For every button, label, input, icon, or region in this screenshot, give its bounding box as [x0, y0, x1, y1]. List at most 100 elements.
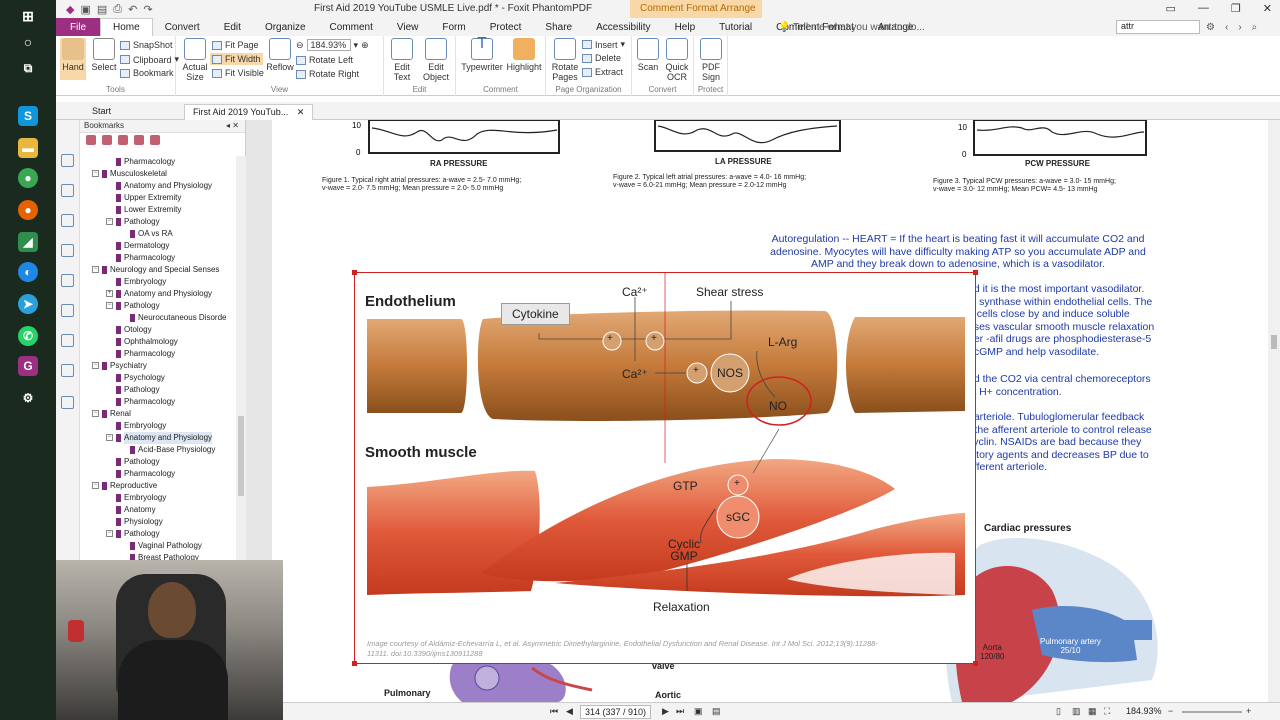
- tab-organize[interactable]: Organize: [253, 22, 318, 33]
- tab-protect[interactable]: Protect: [478, 22, 534, 33]
- next-icon[interactable]: ›: [1238, 22, 1241, 33]
- tab-document[interactable]: First Aid 2019 YouTub... ✕: [184, 104, 314, 120]
- facing-icon[interactable]: ▦: [1088, 706, 1097, 717]
- fit-visible-button[interactable]: Fit Visible: [212, 68, 264, 78]
- rotate-pages-button[interactable]: Rotate Pages: [550, 38, 580, 82]
- bookmark-item[interactable]: − Reproductive: [80, 480, 236, 492]
- bookmark-button[interactable]: Bookmark: [120, 68, 174, 78]
- telegram-icon[interactable]: ➤: [18, 294, 38, 314]
- snapshot-button[interactable]: SnapShot: [120, 40, 173, 50]
- firefox-icon[interactable]: ●: [18, 200, 38, 220]
- app-logo-icon[interactable]: ◆: [66, 3, 74, 16]
- bookmark-item[interactable]: Vaginal Pathology: [80, 540, 236, 552]
- collapse-icon[interactable]: −: [92, 362, 99, 369]
- edit-object-button[interactable]: Edit Object: [420, 38, 452, 82]
- comments-panel-icon[interactable]: [61, 244, 74, 257]
- redo-icon[interactable]: ↷: [143, 3, 152, 16]
- windows-start-icon[interactable]: ⊞: [18, 6, 38, 26]
- tab-form[interactable]: Form: [430, 22, 477, 33]
- actual-size-button[interactable]: Actual Size: [182, 38, 208, 82]
- highlight-button[interactable]: Highlight: [506, 38, 542, 72]
- save-icon[interactable]: ▣: [80, 3, 90, 16]
- bookmark-item[interactable]: Pathology: [80, 456, 236, 468]
- bookmark-tool-icon[interactable]: [150, 135, 160, 145]
- bookmark-item[interactable]: Anatomy and Physiology: [80, 180, 236, 192]
- bookmark-item[interactable]: Ophthalmology: [80, 336, 236, 348]
- bookmark-item[interactable]: − Renal: [80, 408, 236, 420]
- app-blue-icon[interactable]: ◐: [18, 262, 38, 282]
- bookmark-tool-icon[interactable]: [134, 135, 144, 145]
- file-explorer-icon[interactable]: ▬: [18, 138, 38, 158]
- extract-button[interactable]: Extract: [582, 67, 623, 77]
- tab-help[interactable]: Help: [663, 22, 708, 33]
- collapse-icon[interactable]: −: [92, 482, 99, 489]
- previous-icon[interactable]: ‹: [1225, 22, 1228, 33]
- bookmark-tool-icon[interactable]: [86, 135, 96, 145]
- collapse-icon[interactable]: −: [92, 170, 99, 177]
- foxit-taskbar-icon[interactable]: G: [18, 356, 38, 376]
- tab-share[interactable]: Share: [533, 22, 584, 33]
- bookmark-item[interactable]: − Pathology: [80, 528, 236, 540]
- zoom-out-icon[interactable]: −: [1168, 706, 1173, 716]
- security-panel-icon[interactable]: [61, 334, 74, 347]
- bookmark-item[interactable]: Pharmacology: [80, 156, 236, 168]
- bookmark-tool-icon[interactable]: [102, 135, 112, 145]
- close-tab-icon[interactable]: ✕: [297, 107, 305, 117]
- scrollbar-thumb[interactable]: [1271, 335, 1277, 349]
- settings-taskbar-icon[interactable]: ⚙: [18, 388, 38, 408]
- collapse-icon[interactable]: −: [106, 302, 113, 309]
- gear-icon[interactable]: ⚙: [1206, 22, 1215, 33]
- select-tool-button[interactable]: Select: [90, 38, 118, 72]
- quick-ocr-button[interactable]: Quick OCR: [662, 38, 692, 82]
- collapse-icon[interactable]: −: [92, 410, 99, 417]
- tab-accessibility[interactable]: Accessibility: [584, 22, 662, 33]
- tell-me-box[interactable]: 💡 Tell me what you want to do...: [778, 22, 925, 33]
- tab-comment[interactable]: Comment: [318, 22, 385, 33]
- bookmarks-scrollbar[interactable]: [236, 156, 246, 560]
- tab-edit[interactable]: Edit: [212, 22, 253, 33]
- bookmark-item[interactable]: Breast Pathology: [80, 552, 236, 560]
- green-app-icon[interactable]: ◢: [18, 232, 38, 252]
- next-page-icon[interactable]: ▶: [662, 706, 669, 717]
- zoom-in-icon[interactable]: +: [1246, 706, 1251, 716]
- reflow-button[interactable]: Reflow: [266, 38, 294, 72]
- rotate-left-button[interactable]: Rotate Left: [296, 55, 353, 65]
- bookmark-tool-icon[interactable]: [118, 135, 128, 145]
- bookmark-item[interactable]: Anatomy: [80, 504, 236, 516]
- first-page-icon[interactable]: ⏮: [550, 706, 558, 717]
- tab-start[interactable]: Start: [84, 104, 119, 120]
- vertical-scrollbar[interactable]: [1268, 120, 1280, 702]
- zoom-slider[interactable]: [1182, 711, 1242, 713]
- bookmark-item[interactable]: Pathology: [80, 384, 236, 396]
- tab-view[interactable]: View: [385, 22, 431, 33]
- page-number-input[interactable]: 314 (337 / 910): [580, 705, 652, 719]
- bookmark-item[interactable]: − Psychiatry: [80, 360, 236, 372]
- resize-handle[interactable]: [973, 270, 978, 275]
- search-icon[interactable]: ⌕: [1252, 22, 1258, 33]
- bookmark-item[interactable]: Pharmacology: [80, 468, 236, 480]
- bookmark-item[interactable]: − Neurology and Special Senses: [80, 264, 236, 276]
- scan-button[interactable]: Scan: [634, 38, 662, 72]
- bookmark-item[interactable]: Pharmacology: [80, 348, 236, 360]
- resize-handle[interactable]: [352, 270, 357, 275]
- collapse-icon[interactable]: −: [106, 218, 113, 225]
- collapse-icon[interactable]: −: [106, 530, 113, 537]
- delete-button[interactable]: Delete: [582, 53, 621, 63]
- print-icon[interactable]: ⎙: [113, 3, 122, 16]
- page-view-icon[interactable]: ▤: [712, 706, 721, 717]
- bookmark-item[interactable]: − Pathology: [80, 300, 236, 312]
- cortana-icon[interactable]: ○: [18, 32, 38, 52]
- collapse-icon[interactable]: −: [106, 434, 113, 441]
- bookmark-item[interactable]: Upper Extremity: [80, 192, 236, 204]
- collapse-icon[interactable]: −: [92, 266, 99, 273]
- fit-icon[interactable]: ⛶: [1104, 706, 1110, 717]
- edit-text-button[interactable]: Edit Text: [388, 38, 416, 82]
- bookmark-item[interactable]: Embryology: [80, 276, 236, 288]
- undo-icon[interactable]: ↶: [128, 3, 137, 16]
- bookmark-item[interactable]: Neurocutaneous Disorde: [80, 312, 236, 324]
- bookmark-item[interactable]: Acid-Base Physiology: [80, 444, 236, 456]
- insert-button[interactable]: Insert ▾: [582, 39, 625, 50]
- chrome-icon[interactable]: ●: [18, 168, 38, 188]
- continuous-icon[interactable]: ▥: [1072, 706, 1081, 717]
- bookmark-item[interactable]: Psychology: [80, 372, 236, 384]
